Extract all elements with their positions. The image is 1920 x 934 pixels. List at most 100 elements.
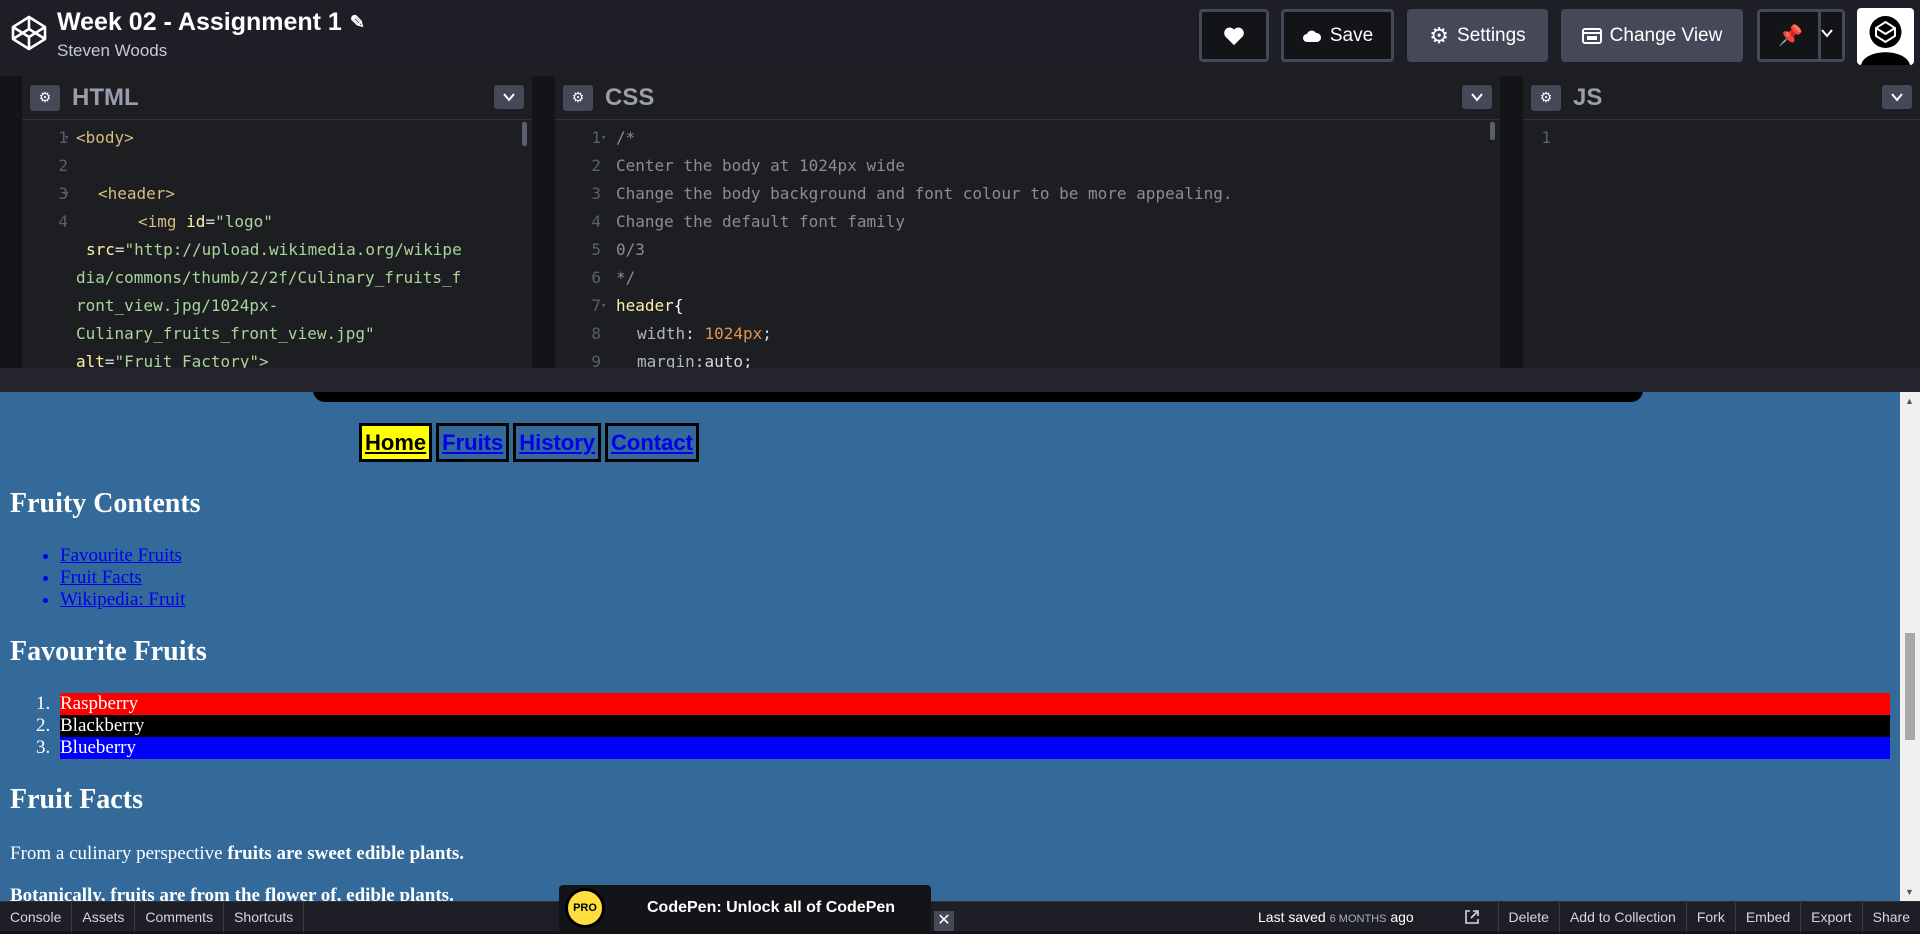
close-icon[interactable]: ✕ bbox=[934, 911, 954, 931]
code-line: */ bbox=[616, 264, 635, 292]
open-external-icon[interactable] bbox=[1464, 909, 1480, 925]
code-line: dia/commons/thumb/2/2f/Culinary_fruits_f bbox=[76, 264, 461, 292]
pen-title[interactable]: Week 02 - Assignment 1 bbox=[57, 8, 342, 37]
js-settings-gear-icon[interactable]: ⚙ bbox=[1531, 85, 1561, 111]
console-button[interactable]: Console bbox=[0, 902, 72, 932]
last-saved-status: Last saved 6 MONTHS ago bbox=[1258, 902, 1414, 934]
saved-time: 6 MONTHS bbox=[1330, 913, 1387, 925]
preview-pane[interactable]: Home Fruits History Contact Fruity Conte… bbox=[0, 392, 1920, 901]
scrollbar-thumb[interactable] bbox=[1905, 633, 1915, 740]
scroll-up-arrow-icon[interactable]: ▲ bbox=[1905, 396, 1914, 406]
saved-label: Last saved bbox=[1258, 909, 1326, 925]
nav-link-home[interactable]: Home bbox=[359, 423, 432, 462]
shortcuts-button[interactable]: Shortcuts bbox=[224, 902, 304, 932]
preview-nav: Home Fruits History Contact bbox=[359, 423, 699, 462]
editor-resize-bar[interactable] bbox=[0, 368, 1920, 392]
line-number: 6 bbox=[555, 264, 605, 292]
nav-link-fruits[interactable]: Fruits bbox=[436, 423, 509, 462]
list-item: Favourite Fruits bbox=[60, 545, 185, 567]
list-number: 2. bbox=[36, 715, 50, 737]
toc-link[interactable]: Favourite Fruits bbox=[60, 545, 182, 566]
html-code-area[interactable]: 1 2 3 4 ▾ ▾ <body> <header> <img id="log… bbox=[22, 120, 532, 124]
fruit-blueberry: Blueberry bbox=[60, 737, 1890, 759]
pro-banner-text[interactable]: CodePen: Unlock all of CodePen bbox=[647, 899, 895, 917]
line-number: 3 bbox=[555, 180, 605, 208]
toc-link[interactable]: Fruit Facts bbox=[60, 567, 142, 588]
js-editor-title: JS bbox=[1573, 84, 1602, 112]
css-code-area[interactable]: 1 2 3 4 5 6 7 8 9 ▾ ▾ /* Center the body… bbox=[555, 120, 1500, 124]
js-code-area[interactable]: 1 bbox=[1523, 120, 1920, 124]
code-line: <body> bbox=[76, 124, 134, 152]
css-collapse-chevron-icon[interactable] bbox=[1462, 85, 1492, 109]
js-collapse-chevron-icon[interactable] bbox=[1882, 85, 1912, 109]
settings-button[interactable]: ⚙ Settings bbox=[1407, 9, 1548, 62]
code-token: src bbox=[86, 240, 115, 259]
line-number: 1 bbox=[555, 124, 605, 152]
code-line: ront_view.jpg/1024px- bbox=[76, 292, 278, 320]
chevron-down-icon[interactable] bbox=[1820, 26, 1834, 40]
line-number: 1 bbox=[1523, 124, 1555, 152]
html-collapse-chevron-icon[interactable] bbox=[494, 85, 524, 109]
fruit-raspberry: Raspberry bbox=[60, 693, 1890, 715]
css-editor-header: ⚙ CSS bbox=[555, 76, 1500, 120]
delete-button[interactable]: Delete bbox=[1498, 902, 1559, 932]
scroll-down-arrow-icon[interactable]: ▼ bbox=[1905, 887, 1914, 897]
bottom-left-tabs: Console Assets Comments Shortcuts bbox=[0, 902, 304, 932]
save-button[interactable]: Save bbox=[1281, 9, 1394, 62]
preview-scrollbar[interactable]: ▲ ▼ bbox=[1900, 392, 1920, 901]
line-number: 7 bbox=[555, 292, 605, 320]
change-view-button[interactable]: Change View bbox=[1561, 9, 1743, 62]
html-editor[interactable]: ⚙ HTML 1 2 3 4 ▾ ▾ <body> <header> <img … bbox=[22, 76, 532, 368]
codepen-logo-icon[interactable] bbox=[10, 14, 48, 52]
toc-link[interactable]: Wikipedia: Fruit bbox=[60, 589, 185, 610]
line-number: 2 bbox=[555, 152, 605, 180]
saved-suffix: ago bbox=[1390, 909, 1413, 925]
code-token: id bbox=[186, 212, 205, 231]
js-editor-header: ⚙ JS bbox=[1523, 76, 1920, 120]
nav-link-history[interactable]: History bbox=[513, 423, 601, 462]
edit-title-icon[interactable]: ✎ bbox=[350, 12, 365, 33]
css-settings-gear-icon[interactable]: ⚙ bbox=[563, 85, 593, 111]
cloud-icon bbox=[1302, 29, 1322, 43]
html-scrollbar[interactable] bbox=[522, 122, 527, 146]
add-to-collection-button[interactable]: Add to Collection bbox=[1559, 902, 1686, 932]
nav-link-contact[interactable]: Contact bbox=[605, 423, 699, 462]
comments-button[interactable]: Comments bbox=[135, 902, 224, 932]
love-button[interactable] bbox=[1199, 9, 1269, 62]
pen-title-row: Week 02 - Assignment 1 ✎ bbox=[57, 8, 365, 37]
assets-button[interactable]: Assets bbox=[72, 902, 135, 932]
code-token: { bbox=[674, 296, 684, 315]
code-line: Change the default font family bbox=[616, 208, 905, 236]
fold-arrow-icon[interactable]: ▾ bbox=[601, 124, 615, 152]
fold-arrow-icon[interactable]: ▾ bbox=[601, 292, 615, 320]
css-scrollbar[interactable] bbox=[1490, 122, 1495, 140]
save-label: Save bbox=[1330, 25, 1373, 47]
export-button[interactable]: Export bbox=[1800, 902, 1861, 932]
code-line: width: 1024px; bbox=[637, 320, 772, 348]
avatar[interactable] bbox=[1857, 8, 1914, 65]
change-view-label: Change View bbox=[1610, 25, 1723, 47]
share-button[interactable]: Share bbox=[1862, 902, 1920, 932]
fork-button[interactable]: Fork bbox=[1686, 902, 1735, 932]
line-number: 4 bbox=[555, 208, 605, 236]
css-editor[interactable]: ⚙ CSS 1 2 3 4 5 6 7 8 9 ▾ ▾ /* Center th… bbox=[555, 76, 1500, 368]
layout-icon bbox=[1582, 28, 1602, 44]
code-token: 1024px bbox=[704, 324, 762, 343]
html-settings-gear-icon[interactable]: ⚙ bbox=[30, 85, 60, 111]
html-editor-title: HTML bbox=[72, 84, 139, 112]
pin-button[interactable]: 📌 bbox=[1757, 9, 1845, 62]
pen-author[interactable]: Steven Woods bbox=[57, 41, 365, 61]
preview-header-strip bbox=[313, 392, 1643, 402]
js-editor[interactable]: ⚙ JS 1 bbox=[1523, 76, 1920, 368]
embed-button[interactable]: Embed bbox=[1735, 902, 1800, 932]
fact-paragraph: Botanically, fruits are from the flower … bbox=[10, 885, 454, 901]
pro-upsell-banner[interactable]: PRO CodePen: Unlock all of CodePen bbox=[559, 885, 931, 931]
heart-icon bbox=[1223, 26, 1245, 46]
fold-arrow-icon[interactable]: ▾ bbox=[64, 180, 78, 208]
gear-icon: ⚙ bbox=[1429, 23, 1449, 49]
pro-badge-icon: PRO bbox=[565, 888, 605, 928]
favourites-list: 1. Raspberry 2. Blackberry 3. Blueberry bbox=[0, 693, 1890, 759]
code-token: <img bbox=[138, 212, 177, 231]
list-item: Wikipedia: Fruit bbox=[60, 589, 185, 611]
code-token: header bbox=[616, 296, 674, 315]
